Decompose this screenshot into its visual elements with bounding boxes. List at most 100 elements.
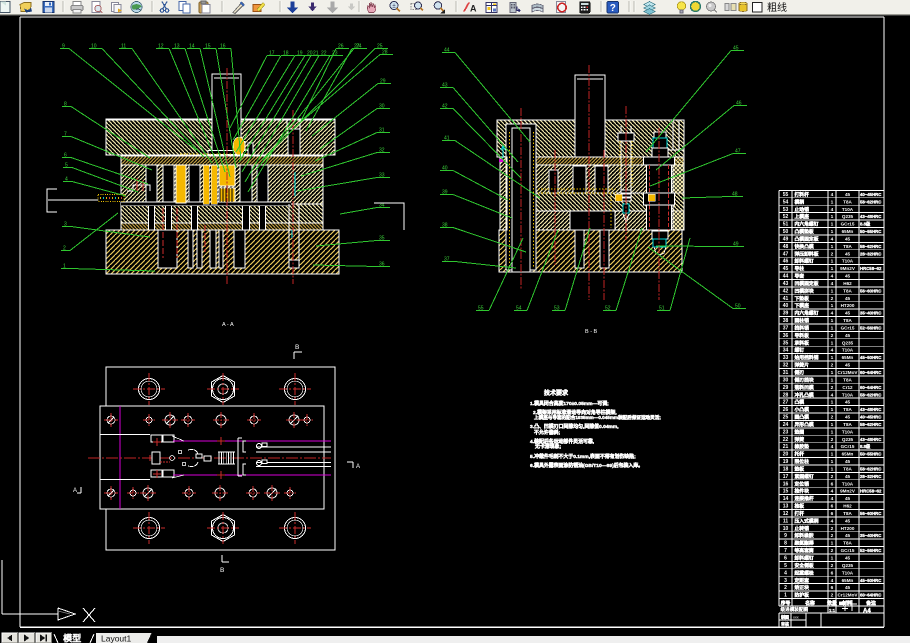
- svg-text:HRC58~62: HRC58~62: [860, 489, 882, 494]
- svg-text:22: 22: [321, 51, 327, 57]
- svg-text:HRC58~62: HRC58~62: [860, 266, 882, 271]
- svg-text:卸料橡胶: 卸料橡胶: [795, 532, 814, 539]
- svg-text:GCr15: GCr15: [841, 548, 855, 553]
- svg-text:51: 51: [659, 306, 665, 312]
- svg-text:HT200: HT200: [841, 303, 855, 308]
- svg-text:47: 47: [735, 149, 741, 155]
- svg-text:58~62HRC: 58~62HRC: [860, 199, 881, 204]
- svg-text:11: 11: [121, 44, 126, 50]
- svg-text:1: 1: [831, 259, 834, 265]
- svg-text:45~50HRC: 45~50HRC: [860, 355, 881, 360]
- svg-text:4: 4: [831, 236, 834, 242]
- svg-text:下模座: 下模座: [795, 302, 810, 309]
- svg-text:40: 40: [783, 303, 789, 309]
- svg-text:T8A: T8A: [843, 377, 852, 382]
- svg-text:4: 4: [831, 444, 834, 450]
- svg-text:B - B: B - B: [585, 329, 598, 335]
- svg-text:45: 45: [845, 192, 851, 197]
- svg-text:42: 42: [442, 104, 448, 110]
- svg-text:28: 28: [783, 392, 789, 398]
- svg-text:12: 12: [783, 511, 789, 517]
- svg-text:1: 1: [831, 229, 834, 235]
- svg-text:9: 9: [62, 44, 65, 50]
- svg-text:H62: H62: [843, 281, 852, 286]
- svg-text:凹模固定板: 凹模固定板: [795, 280, 819, 287]
- svg-text:4: 4: [65, 177, 68, 183]
- svg-text:T8A: T8A: [843, 466, 852, 471]
- svg-text:1: 1: [831, 288, 834, 294]
- svg-text:A4: A4: [863, 609, 871, 615]
- svg-text:Q235: Q235: [842, 340, 854, 345]
- svg-text:45: 45: [845, 311, 851, 316]
- svg-text:A: A: [73, 488, 77, 494]
- svg-text:1: 1: [831, 422, 834, 428]
- svg-text:9Mn2V: 9Mn2V: [840, 489, 856, 494]
- svg-text:27: 27: [783, 400, 789, 406]
- svg-text:33: 33: [379, 173, 385, 179]
- svg-text:Q235: Q235: [842, 214, 854, 219]
- svg-text:7: 7: [64, 132, 67, 138]
- svg-text:1: 1: [831, 222, 834, 228]
- svg-text:21: 21: [313, 51, 319, 57]
- svg-text:17: 17: [783, 474, 789, 480]
- svg-text:1: 1: [831, 214, 834, 220]
- svg-text:29: 29: [783, 385, 789, 391]
- svg-text:8.8级: 8.8级: [860, 443, 871, 450]
- svg-text:螺钉: 螺钉: [795, 347, 805, 354]
- svg-text:43~48HRC: 43~48HRC: [860, 437, 881, 442]
- svg-text:上模座与导套的配合1935mm—0.045mm装配后保证运动: 上模座与导套的配合1935mm—0.045mm装配后保证运动灵活;: [534, 414, 661, 421]
- svg-text:1: 1: [831, 459, 834, 465]
- svg-text:35~40HRC: 35~40HRC: [860, 533, 881, 538]
- svg-text:2: 2: [831, 333, 834, 339]
- svg-text:4: 4: [831, 311, 834, 317]
- svg-text:4: 4: [831, 489, 834, 495]
- svg-text:6.模具外露表面涂防锈油(GB/T10—89)后包装入库。: 6.模具外露表面涂防锈油(GB/T10—89)后包装入库。: [530, 462, 643, 469]
- svg-text:紧固螺钉: 紧固螺钉: [795, 473, 814, 480]
- svg-text:Q235: Q235: [842, 563, 854, 568]
- svg-text:45: 45: [783, 266, 789, 272]
- svg-text:T8A: T8A: [843, 511, 852, 516]
- svg-text:1: 1: [831, 303, 834, 309]
- svg-text:55: 55: [783, 192, 789, 198]
- svg-text:2: 2: [831, 526, 834, 532]
- svg-text:53: 53: [554, 306, 560, 312]
- svg-text:18: 18: [783, 466, 789, 472]
- svg-text:28~32HRC: 28~32HRC: [860, 474, 881, 479]
- svg-text:19: 19: [783, 459, 789, 465]
- svg-text:导料板: 导料板: [795, 332, 810, 339]
- svg-text:31: 31: [783, 370, 789, 376]
- svg-text:58~62HRC: 58~62HRC: [860, 422, 881, 427]
- svg-text:垫板: 垫板: [795, 465, 805, 472]
- svg-text:55: 55: [478, 306, 484, 312]
- svg-text:安全侧板: 安全侧板: [795, 562, 814, 569]
- svg-text:1: 1: [831, 340, 834, 346]
- svg-text:5: 5: [65, 163, 68, 169]
- svg-text:T10A: T10A: [842, 481, 854, 486]
- svg-text:6: 6: [831, 504, 834, 510]
- svg-text:垫圈: 垫圈: [795, 428, 805, 435]
- svg-text:1: 1: [831, 407, 834, 413]
- svg-text:27: 27: [354, 44, 360, 50]
- svg-text:4: 4: [831, 518, 834, 524]
- svg-text:2: 2: [63, 246, 66, 252]
- svg-text:2: 2: [831, 251, 834, 257]
- svg-text:17: 17: [269, 51, 275, 57]
- svg-text:45: 45: [845, 496, 851, 501]
- svg-text:5.冲裁件毛刺不大于0.1mm,表面不得有划伤缺陷;: 5.冲裁件毛刺不大于0.1mm,表面不得有划伤缺陷;: [530, 453, 636, 460]
- svg-text:1: 1: [831, 452, 834, 458]
- svg-text:8: 8: [64, 102, 67, 108]
- svg-text:聚氨酯棒: 聚氨酯棒: [794, 540, 814, 547]
- svg-text:2: 2: [831, 548, 834, 554]
- svg-text:A: A: [356, 464, 360, 470]
- svg-text:26: 26: [338, 44, 344, 50]
- svg-text:49: 49: [733, 242, 739, 248]
- svg-text:4: 4: [831, 496, 834, 502]
- svg-text:导柱: 导柱: [795, 265, 805, 272]
- svg-text:8.8级: 8.8级: [860, 221, 871, 228]
- svg-text:45: 45: [845, 415, 851, 420]
- svg-text:47: 47: [783, 251, 789, 257]
- svg-text:1: 1: [831, 355, 834, 361]
- svg-text:侧刃挡块: 侧刃挡块: [795, 376, 814, 383]
- svg-text:35~40HRC: 35~40HRC: [860, 311, 881, 316]
- svg-text:45: 45: [845, 518, 851, 523]
